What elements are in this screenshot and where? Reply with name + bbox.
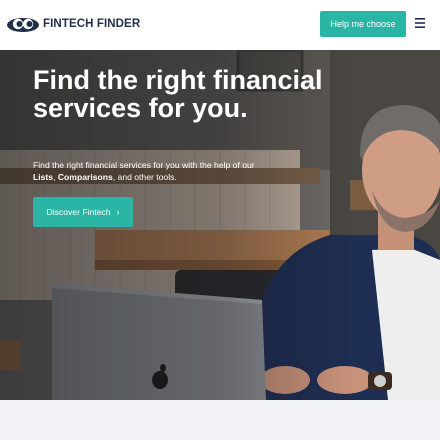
help-me-choose-button[interactable]: Help me choose bbox=[320, 11, 406, 37]
hero-subtitle: Find the right financial services for yo… bbox=[33, 159, 293, 183]
lists-link[interactable]: Lists bbox=[33, 172, 53, 182]
hero-title: Find the right financial services for yo… bbox=[33, 65, 323, 123]
chevron-right-icon: › bbox=[116, 207, 120, 217]
hero-subtitle-prefix: Find the right financial services for yo… bbox=[33, 160, 255, 170]
comparisons-link[interactable]: Comparisons bbox=[58, 172, 113, 182]
hamburger-menu-icon[interactable] bbox=[413, 16, 427, 30]
site-header: FINTECH FINDER Help me choose bbox=[0, 0, 440, 50]
discover-fintech-button[interactable]: Discover Fintech › bbox=[33, 197, 133, 227]
hero-section: Find the right financial services for yo… bbox=[0, 50, 440, 400]
logo-eyes-icon bbox=[7, 18, 39, 32]
hero-subtitle-suffix: , and other tools. bbox=[112, 172, 177, 182]
brand-name: FINTECH FINDER bbox=[43, 18, 141, 30]
brand-logo[interactable]: FINTECH FINDER bbox=[6, 13, 140, 35]
next-section-strip bbox=[0, 400, 440, 440]
discover-fintech-label: Discover Fintech bbox=[46, 207, 111, 217]
